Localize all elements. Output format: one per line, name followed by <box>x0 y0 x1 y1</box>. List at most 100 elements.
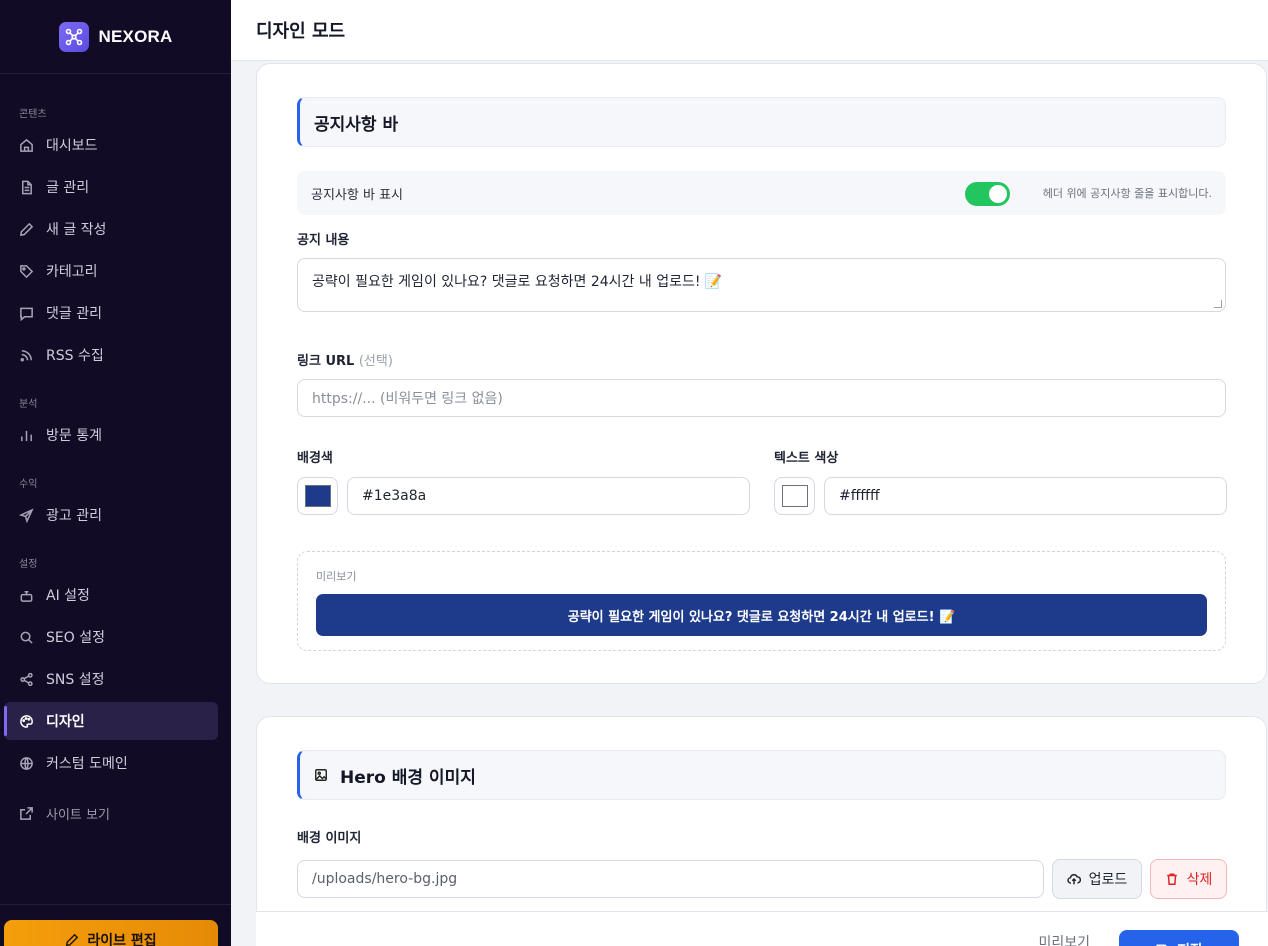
trash-icon <box>1166 873 1177 885</box>
sidebar: NEXORA 콘텐츠 대시보드 글 관리 새 글 작성 카테고리 댓글 관리 R… <box>0 0 231 946</box>
search-icon <box>20 631 33 644</box>
sidebar-item-label: 커스텀 도메인 <box>46 756 128 772</box>
toggle-label: 공지사항 바 표시 <box>311 187 403 203</box>
rss-icon <box>20 349 32 361</box>
notice-toggle-switch[interactable] <box>965 182 1010 206</box>
bg-color-input[interactable]: #1e3a8a <box>347 477 750 515</box>
sidebar-item-label: 카테고리 <box>46 264 98 280</box>
sidebar-item-label: SNS 설정 <box>46 672 105 688</box>
text-color-chip <box>782 485 808 507</box>
sidebar-item-stats[interactable]: 방문 통계 <box>4 416 218 454</box>
section-title: 공지사항 바 <box>314 114 399 135</box>
bg-image-value: /uploads/hero-bg.jpg <box>312 871 458 887</box>
bg-image-label: 배경 이미지 <box>297 831 362 846</box>
link-url-label: 링크 URL (선택) <box>297 350 393 369</box>
resize-grip-icon[interactable] <box>1214 300 1222 308</box>
nav-section-revenue: 수익 <box>19 479 38 490</box>
comment-icon <box>20 307 33 321</box>
text-color-value: #ffffff <box>839 488 880 504</box>
preview-button[interactable]: 미리보기 <box>1038 932 1090 946</box>
edit-icon <box>66 933 79 946</box>
site-link[interactable]: 사이트 보기 <box>4 794 218 832</box>
pencil-icon <box>19 222 34 236</box>
sidebar-item-ads[interactable]: 광고 관리 <box>4 496 218 534</box>
sidebar-item-label: 디자인 <box>46 714 85 730</box>
notice-preview: 미리보기 공략이 필요한 게임이 있나요? 댓글로 요청하면 24시간 내 업로… <box>297 551 1226 651</box>
notice-bar-card: 공지사항 바 공지사항 바 표시 헤더 위에 공지사항 줄을 표시합니다. 공지… <box>256 63 1267 684</box>
section-header: 공지사항 바 <box>297 97 1226 147</box>
sidebar-item-comments[interactable]: 댓글 관리 <box>4 294 218 332</box>
bar-chart-icon <box>21 430 32 441</box>
sidebar-item-dashboard[interactable]: 대시보드 <box>4 126 218 164</box>
share-icon <box>20 672 33 686</box>
link-url-label-text: 링크 URL <box>297 354 355 369</box>
sidebar-item-sns[interactable]: SNS 설정 <box>4 660 218 698</box>
notice-toggle-row: 공지사항 바 표시 헤더 위에 공지사항 줄을 표시합니다. <box>297 171 1226 215</box>
sidebar-item-label: 글 관리 <box>46 180 90 196</box>
top-bar: 디자인 모드 <box>231 0 1268 61</box>
document-icon <box>22 180 32 194</box>
bottom-action-bar: 미리보기 저장 <box>256 911 1268 946</box>
sidebar-item-label: 댓글 관리 <box>46 306 102 322</box>
save-label: 저장 <box>1177 940 1203 946</box>
notice-content-label: 공지 내용 <box>297 233 350 248</box>
save-button[interactable]: 저장 <box>1119 930 1239 946</box>
text-color-swatch[interactable] <box>774 477 815 515</box>
sidebar-footer: 라이브 편집 <box>0 904 231 946</box>
link-url-input[interactable]: https://... (비워두면 링크 없음) <box>297 379 1226 417</box>
network-icon <box>58 21 89 52</box>
sidebar-item-posts[interactable]: 글 관리 <box>4 168 218 206</box>
sidebar-item-label: AI 설정 <box>46 588 90 604</box>
robot-icon <box>20 590 33 602</box>
sidebar-item-label: SEO 설정 <box>46 630 105 646</box>
link-url-placeholder: https://... (비워두면 링크 없음) <box>312 391 503 407</box>
sidebar-item-domain[interactable]: 커스텀 도메인 <box>4 744 218 782</box>
text-color-label: 텍스트 색상 <box>774 451 839 466</box>
link-url-optional: (선택) <box>358 354 393 369</box>
sidebar-item-label: 대시보드 <box>46 138 98 154</box>
bg-color-chip <box>305 485 331 507</box>
notice-content-textarea[interactable]: 공략이 필요한 게임이 있나요? 댓글로 요청하면 24시간 내 업로드! 📝 <box>297 258 1226 312</box>
palette-icon <box>20 714 33 728</box>
sidebar-item-label: 광고 관리 <box>46 508 102 524</box>
preview-notice-bar: 공략이 필요한 게임이 있나요? 댓글로 요청하면 24시간 내 업로드! 📝 <box>316 594 1207 636</box>
sidebar-item-design[interactable]: 디자인 <box>4 702 218 740</box>
image-icon <box>315 769 327 781</box>
sidebar-item-label: RSS 수집 <box>46 348 104 364</box>
sidebar-item-category[interactable]: 카테고리 <box>4 252 218 290</box>
sidebar-item-label: 새 글 작성 <box>46 222 107 238</box>
sidebar-item-new-post[interactable]: 새 글 작성 <box>4 210 218 248</box>
home-icon <box>20 138 33 152</box>
nav-section-settings: 설정 <box>19 559 38 570</box>
live-edit-label: 라이브 편집 <box>87 933 157 946</box>
section-header: Hero 배경 이미지 <box>297 750 1226 800</box>
bg-color-swatch[interactable] <box>297 477 338 515</box>
delete-label: 삭제 <box>1186 872 1213 888</box>
delete-button[interactable]: 삭제 <box>1150 859 1227 899</box>
page-title: 디자인 모드 <box>256 21 346 42</box>
send-icon <box>19 507 34 523</box>
notice-content-value: 공략이 필요한 게임이 있나요? 댓글로 요청하면 24시간 내 업로드! 📝 <box>312 274 723 290</box>
external-link-icon <box>20 806 33 820</box>
tag-icon <box>20 264 34 278</box>
globe-icon <box>20 756 33 770</box>
sidebar-item-rss[interactable]: RSS 수집 <box>4 336 218 374</box>
sidebar-item-seo[interactable]: SEO 설정 <box>4 618 218 656</box>
live-edit-button[interactable]: 라이브 편집 <box>4 920 218 946</box>
upload-label: 업로드 <box>1088 872 1128 888</box>
preview-label: 미리보기 <box>316 570 357 583</box>
bg-image-input[interactable]: /uploads/hero-bg.jpg <box>297 860 1044 898</box>
bg-color-label: 배경색 <box>297 451 333 466</box>
text-color-input[interactable]: #ffffff <box>824 477 1227 515</box>
brand-name: NEXORA <box>98 26 173 46</box>
sidebar-item-label: 방문 통계 <box>46 428 102 444</box>
sidebar-item-ai[interactable]: AI 설정 <box>4 576 218 614</box>
bg-color-value: #1e3a8a <box>362 488 427 504</box>
preview-notice-text: 공략이 필요한 게임이 있나요? 댓글로 요청하면 24시간 내 업로드! 📝 <box>567 609 956 625</box>
cloud-upload-icon <box>1067 874 1081 885</box>
nav-section-analytics: 분석 <box>19 399 38 410</box>
upload-button[interactable]: 업로드 <box>1052 859 1142 899</box>
brand[interactable]: NEXORA <box>0 0 231 74</box>
nav-section-content: 콘텐츠 <box>19 109 47 120</box>
site-link-label: 사이트 보기 <box>46 807 110 823</box>
